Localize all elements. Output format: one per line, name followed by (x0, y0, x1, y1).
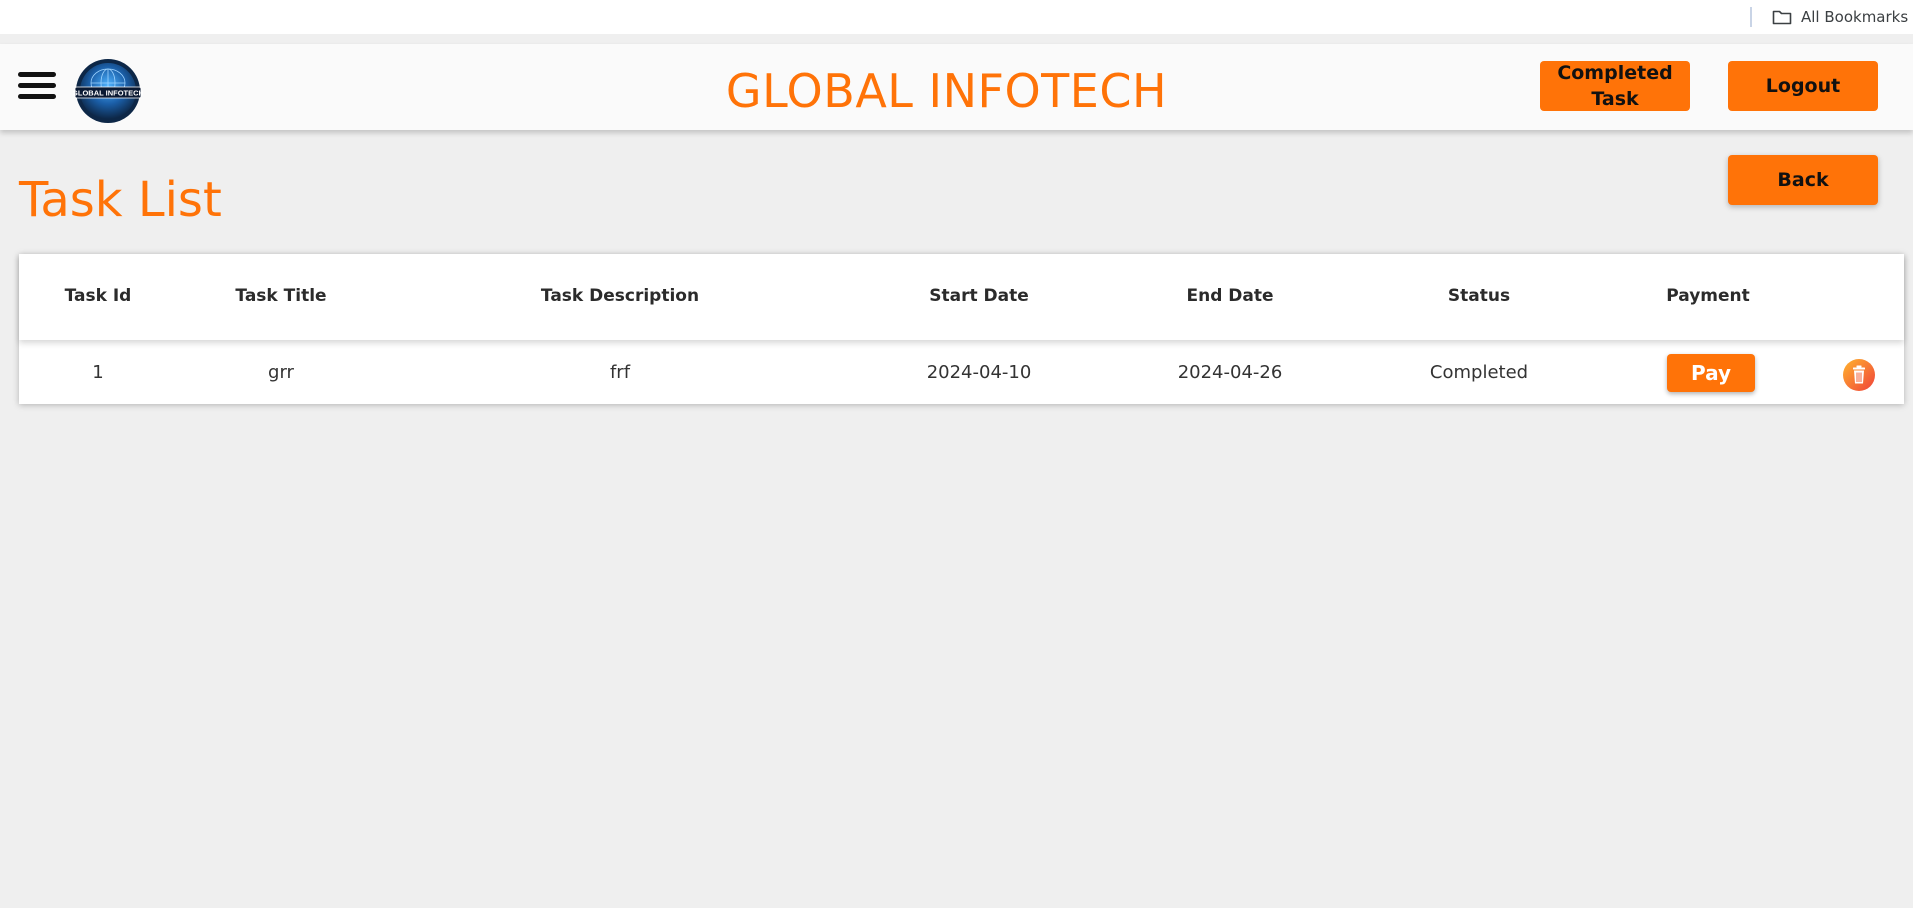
column-header-task-title: Task Title (235, 286, 327, 306)
cell-task-title: grr (268, 362, 294, 383)
task-table: Task Id Task Title Task Description Star… (19, 254, 1904, 404)
all-bookmarks-button[interactable]: All Bookmarks (1772, 7, 1908, 27)
back-button[interactable]: Back (1728, 155, 1878, 205)
all-bookmarks-label: All Bookmarks (1801, 8, 1909, 26)
cell-end-date: 2024-04-26 (1177, 362, 1283, 383)
trash-icon[interactable] (1842, 358, 1876, 392)
bookmarks-bar: All Bookmarks (0, 0, 1913, 34)
column-header-start-date: Start Date (929, 286, 1029, 306)
cell-task-id: 1 (92, 362, 104, 383)
column-header-payment: Payment (1666, 286, 1750, 306)
column-header-task-description: Task Description (540, 286, 700, 306)
logout-button[interactable]: Logout (1728, 61, 1878, 111)
completed-task-label-line2: Task (1591, 88, 1639, 110)
page-title: Task List (19, 172, 222, 228)
column-header-end-date: End Date (1186, 286, 1274, 306)
column-header-task-id: Task Id (64, 286, 132, 306)
app-header: GLOBAL INFOTECH GLOBAL INFOTECH Complete… (0, 44, 1913, 130)
cell-task-description: frf (609, 362, 631, 383)
cell-status: Completed (1429, 362, 1529, 383)
column-header-status: Status (1447, 286, 1511, 306)
completed-task-label-line1: Completed (1557, 62, 1673, 84)
completed-task-button[interactable]: Completed Task (1540, 61, 1690, 111)
cell-start-date: 2024-04-10 (926, 362, 1032, 383)
folder-icon (1772, 10, 1792, 25)
bookmarks-divider (1750, 7, 1752, 27)
pay-button[interactable]: Pay (1667, 354, 1755, 392)
table-header-row: Task Id Task Title Task Description Star… (19, 254, 1904, 340)
